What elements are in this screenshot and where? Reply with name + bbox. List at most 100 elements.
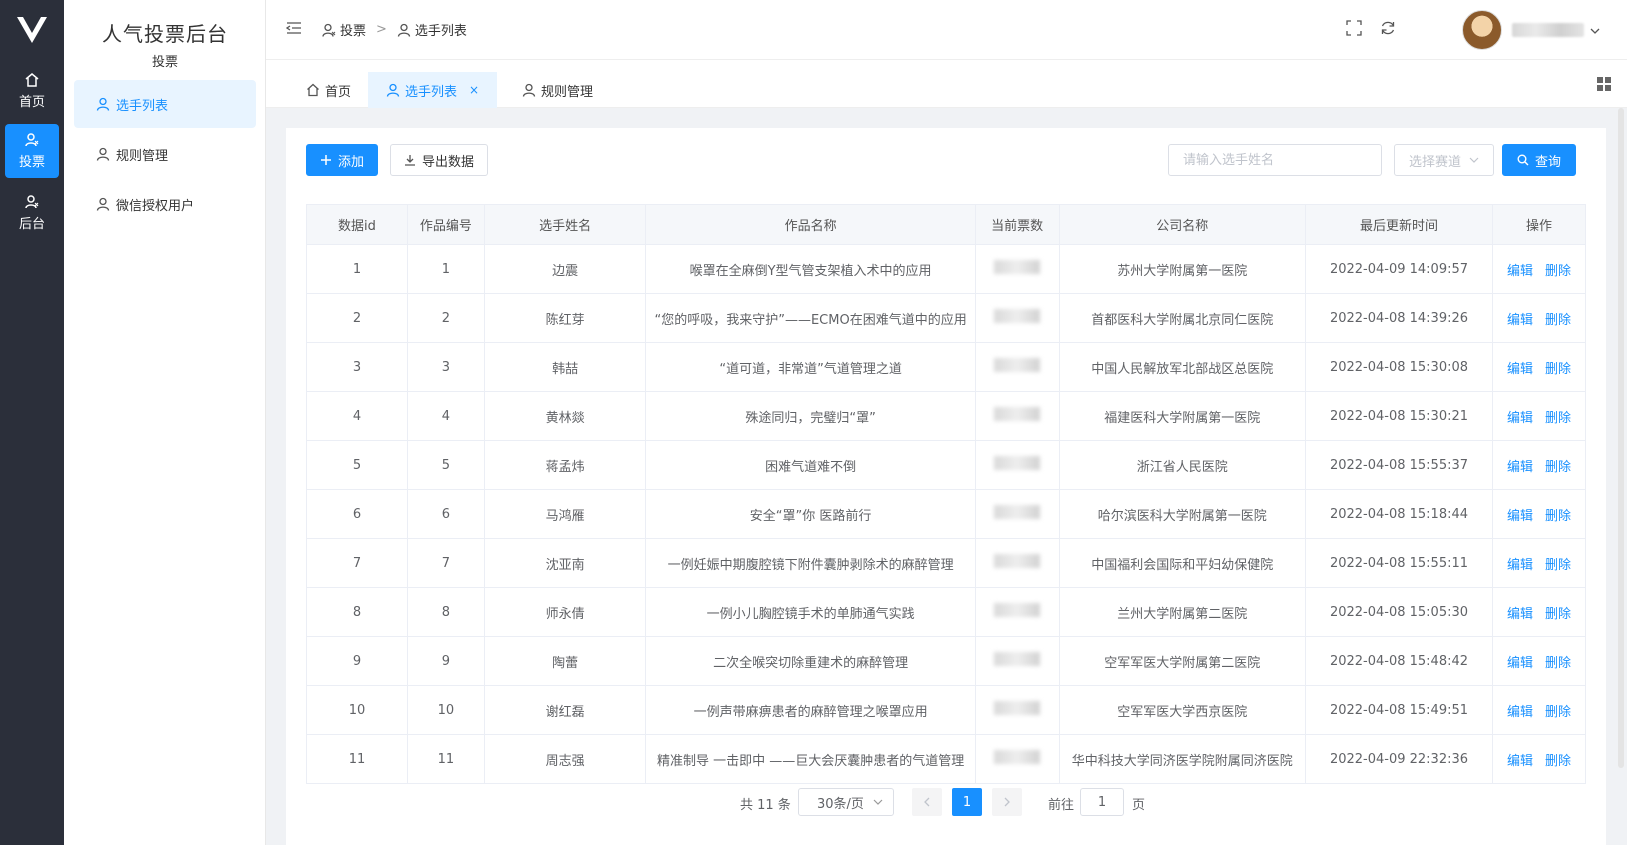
edit-link[interactable]: 编辑 bbox=[1507, 509, 1533, 524]
avatar[interactable] bbox=[1462, 10, 1502, 50]
edit-link[interactable]: 编辑 bbox=[1507, 754, 1533, 769]
chevron-down-icon bbox=[873, 799, 883, 805]
cell-company: 中国福利会国际和平妇幼保健院 bbox=[1058, 538, 1307, 588]
delete-link[interactable]: 删除 bbox=[1545, 362, 1571, 377]
cell-player-name: 马鸿雁 bbox=[483, 489, 647, 539]
sidebar-item-player-list[interactable]: 选手列表 bbox=[74, 80, 256, 128]
chevron-down-icon[interactable] bbox=[1590, 24, 1600, 40]
refresh-icon[interactable] bbox=[1380, 20, 1396, 40]
cell-votes-blurred bbox=[974, 489, 1060, 539]
rail-item-vote[interactable]: 投票 bbox=[5, 124, 59, 178]
cell-company: 浙江省人民医院 bbox=[1058, 440, 1307, 490]
cell-votes-blurred bbox=[974, 587, 1060, 637]
next-page-button[interactable] bbox=[992, 788, 1022, 816]
table-row: 7 7 沈亚南 一例妊娠中期腹腔镜下附件囊肿剥除术的麻醉管理 中国福利会国际和平妇幼保健… bbox=[306, 538, 1587, 588]
home-icon bbox=[307, 83, 319, 97]
cell-updated-time: 2022-04-08 15:05:30 bbox=[1305, 587, 1493, 637]
menu-fold-icon[interactable] bbox=[285, 21, 302, 39]
tab-home[interactable]: 首页 bbox=[288, 72, 369, 108]
cell-work-title: “您的呼吸，我来守护”——ECMO在困难气道中的应用 bbox=[645, 293, 976, 343]
page-size-select[interactable]: 30条/页 bbox=[798, 788, 894, 816]
cell-company: 首都医科大学附属北京同仁医院 bbox=[1058, 293, 1307, 343]
tab-label: 选手列表 bbox=[405, 84, 458, 100]
cell-work-title: 一例声带麻痹患者的麻醉管理之喉罩应用 bbox=[645, 685, 976, 735]
cell-player-name: 周志强 bbox=[483, 734, 647, 784]
add-button[interactable]: 添加 bbox=[306, 144, 378, 176]
username-blurred[interactable] bbox=[1512, 23, 1584, 37]
sidebar-item-wechat-users[interactable]: 微信授权用户 bbox=[74, 180, 256, 228]
goto-page-input[interactable] bbox=[1080, 788, 1124, 816]
sidebar-item-label: 微信授权用户 bbox=[116, 198, 195, 214]
edit-link[interactable]: 编辑 bbox=[1507, 705, 1533, 720]
download-icon bbox=[404, 155, 415, 166]
user-icon bbox=[397, 23, 411, 37]
cell-company: 福建医科大学附属第一医院 bbox=[1058, 391, 1307, 441]
cell-work-title: 安全“罩”你 医路前行 bbox=[645, 489, 976, 539]
delete-link[interactable]: 删除 bbox=[1545, 411, 1571, 426]
column-header: 操作 bbox=[1491, 204, 1587, 245]
cell-actions: 编辑 删除 bbox=[1491, 342, 1587, 392]
column-header: 当前票数 bbox=[974, 204, 1060, 245]
cell-id: 11 bbox=[306, 734, 408, 784]
sidebar-item-rules[interactable]: 规则管理 bbox=[74, 130, 256, 178]
cell-updated-time: 2022-04-08 15:48:42 bbox=[1305, 636, 1493, 686]
cell-company: 苏州大学附属第一医院 bbox=[1058, 244, 1307, 294]
cell-id: 5 bbox=[306, 440, 408, 490]
edit-link[interactable]: 编辑 bbox=[1507, 362, 1533, 377]
rail-item-home[interactable]: 首页 bbox=[5, 64, 59, 118]
fullscreen-icon[interactable] bbox=[1346, 20, 1362, 40]
edit-link[interactable]: 编辑 bbox=[1507, 313, 1533, 328]
delete-link[interactable]: 删除 bbox=[1545, 656, 1571, 671]
export-button[interactable]: 导出数据 bbox=[390, 144, 488, 176]
close-icon[interactable]: × bbox=[469, 83, 479, 97]
user-icon bbox=[386, 83, 400, 97]
home-icon bbox=[25, 73, 39, 87]
cell-updated-time: 2022-04-08 15:49:51 bbox=[1305, 685, 1493, 735]
table-row: 10 10 谢红磊 一例声带麻痹患者的麻醉管理之喉罩应用 空军军医大学西京医院 2022-… bbox=[306, 685, 1587, 735]
query-button[interactable]: 查询 bbox=[1502, 144, 1576, 176]
delete-link[interactable]: 删除 bbox=[1545, 754, 1571, 769]
cell-id: 6 bbox=[306, 489, 408, 539]
tab-rules[interactable]: 规则管理 bbox=[504, 72, 611, 108]
table-row: 6 6 马鸿雁 安全“罩”你 医路前行 哈尔滨医科大学附属第一医院 2022-04-08 … bbox=[306, 489, 1587, 539]
delete-link[interactable]: 删除 bbox=[1545, 705, 1571, 720]
cell-work-title: 困难气道难不倒 bbox=[645, 440, 976, 490]
cell-id: 7 bbox=[306, 538, 408, 588]
delete-link[interactable]: 删除 bbox=[1545, 460, 1571, 475]
sidebar-item-label: 选手列表 bbox=[116, 98, 169, 114]
column-header: 最后更新时间 bbox=[1305, 204, 1493, 245]
delete-link[interactable]: 删除 bbox=[1545, 558, 1571, 573]
delete-link[interactable]: 删除 bbox=[1545, 607, 1571, 622]
player-name-search-input[interactable] bbox=[1168, 144, 1382, 176]
cell-work-no: 1 bbox=[406, 244, 485, 294]
cell-player-name: 蒋孟炜 bbox=[483, 440, 647, 490]
edit-link[interactable]: 编辑 bbox=[1507, 558, 1533, 573]
track-select[interactable]: 选择赛道 bbox=[1394, 144, 1494, 176]
edit-link[interactable]: 编辑 bbox=[1507, 460, 1533, 475]
cell-work-title: 二次全喉突切除重建术的麻醉管理 bbox=[645, 636, 976, 686]
breadcrumb-item-vote[interactable]: 投票 bbox=[322, 20, 366, 39]
page-number-button[interactable]: 1 bbox=[952, 788, 982, 816]
edit-link[interactable]: 编辑 bbox=[1507, 264, 1533, 279]
edit-link[interactable]: 编辑 bbox=[1507, 656, 1533, 671]
sub-sidebar: 人气投票后台 投票 选手列表 规则管理 微信授权用户 bbox=[64, 0, 266, 845]
table-row: 9 9 陶蕾 二次全喉突切除重建术的麻醉管理 空军军医大学附属第二医院 2022-04-0… bbox=[306, 636, 1587, 686]
page-scrollbar[interactable] bbox=[1618, 108, 1624, 768]
rail-item-backend[interactable]: 后台 bbox=[5, 186, 59, 240]
cell-work-no: 5 bbox=[406, 440, 485, 490]
edit-link[interactable]: 编辑 bbox=[1507, 607, 1533, 622]
delete-link[interactable]: 删除 bbox=[1545, 509, 1571, 524]
user-group-icon bbox=[322, 23, 336, 37]
delete-link[interactable]: 删除 bbox=[1545, 264, 1571, 279]
cell-actions: 编辑 删除 bbox=[1491, 440, 1587, 490]
table-row: 11 11 周志强 精准制导 一击即中 ——巨大会厌囊肿患者的气道管理 华中科技大学同济… bbox=[306, 734, 1587, 784]
user-group-icon bbox=[25, 195, 39, 209]
tab-player-list[interactable]: 选手列表 × bbox=[368, 72, 498, 108]
cell-work-no: 9 bbox=[406, 636, 485, 686]
delete-link[interactable]: 删除 bbox=[1545, 313, 1571, 328]
grid-icon[interactable] bbox=[1596, 76, 1612, 96]
cell-actions: 编辑 删除 bbox=[1491, 685, 1587, 735]
cell-player-name: 沈亚南 bbox=[483, 538, 647, 588]
edit-link[interactable]: 编辑 bbox=[1507, 411, 1533, 426]
prev-page-button[interactable] bbox=[912, 788, 942, 816]
